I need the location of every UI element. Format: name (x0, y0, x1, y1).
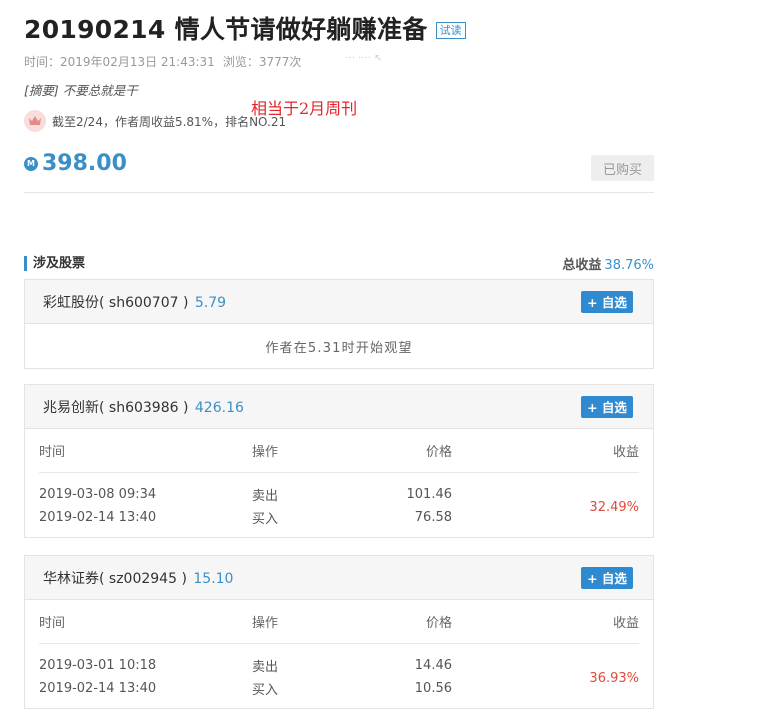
col-profit: 收益 (612, 445, 639, 460)
total-profit: 总收益 38.76% (562, 254, 654, 273)
col-price: 价格 (425, 445, 452, 460)
col-time: 时间 (39, 445, 66, 460)
add-watchlist-button[interactable]: + 自选 (581, 395, 633, 418)
trade-time: 2019-02-14 13:40 (39, 681, 157, 696)
view-count-value: 3777次 (258, 55, 302, 69)
stock-card-header: 兆易创新( sh603986 ) 426.16 + 自选 (25, 385, 653, 429)
trade-price: 76.58 (414, 510, 452, 525)
stocks-section-header: 涉及股票 总收益 38.76% (24, 254, 654, 273)
trade-price: 101.46 (406, 487, 453, 502)
trade-time: 2019-02-14 13:40 (39, 510, 157, 525)
trade-table-body: 2019-03-01 10:18 卖出 14.46 2019-02-14 13:… (39, 644, 639, 708)
stock-code: ( sz002945 ) (99, 570, 187, 587)
stock-name: 彩虹股份 (43, 294, 99, 311)
add-watchlist-button[interactable]: + 自选 (581, 290, 633, 313)
author-rank: 截至2/24，作者周收益5.81%，排名NO.21 (24, 110, 286, 132)
stock-price: 426.16 (194, 399, 244, 416)
trade-time: 2019-03-08 09:34 (39, 487, 157, 502)
trade-profit: 32.49% (589, 500, 639, 515)
stock-card: 彩虹股份( sh600707 ) 5.79 + 自选 作者在5.31时开始观望 (24, 279, 654, 369)
trade-profit: 36.93% (589, 671, 639, 686)
stock-name: 兆易创新 (43, 399, 99, 416)
article-summary: [摘要] 不要总就是干 (24, 80, 138, 99)
trade-table-header: 时间 操作 价格 收益 (39, 429, 639, 473)
price-row: M 398.00 (24, 151, 127, 176)
publish-time-label: 时间： (24, 55, 61, 69)
rank-text: 截至2/24，作者周收益5.81%，排名NO.21 (52, 114, 287, 129)
view-count: 浏览：3777次 (223, 53, 302, 70)
col-operation: 操作 (252, 616, 279, 631)
trade-table: 时间 操作 价格 收益 2019-03-01 10:18 卖出 14.46 20… (25, 600, 653, 708)
stock-card-header: 彩虹股份( sh600707 ) 5.79 + 自选 (25, 280, 653, 324)
stock-name: 华林证券 (43, 570, 99, 587)
trade-price: 10.56 (414, 681, 452, 696)
table-row: 2019-03-08 09:34 卖出 101.46 (39, 483, 639, 506)
table-row: 2019-02-14 13:40 买入 76.58 (39, 506, 639, 529)
trade-table-body: 2019-03-08 09:34 卖出 101.46 2019-02-14 13… (39, 473, 639, 537)
publish-time: 时间：2019年02月13日 21:43:31 (24, 53, 215, 70)
stock-card: 兆易创新( sh603986 ) 426.16 + 自选 时间 操作 价格 收益… (24, 384, 654, 538)
stock-title[interactable]: 兆易创新( sh603986 ) 426.16 (43, 397, 244, 417)
publish-time-value: 2019年02月13日 21:43:31 (60, 55, 215, 69)
trade-time: 2019-03-01 10:18 (39, 658, 157, 673)
trade-op: 买入 (252, 683, 279, 698)
trade-op: 卖出 (252, 660, 279, 675)
section-title: 涉及股票 (24, 256, 85, 271)
view-count-label: 浏览： (222, 55, 259, 69)
stock-price: 5.79 (194, 294, 227, 311)
col-time: 时间 (39, 616, 66, 631)
trade-table: 时间 操作 价格 收益 2019-03-08 09:34 卖出 101.46 2… (25, 429, 653, 537)
stock-price: 15.10 (193, 570, 234, 587)
trade-op: 买入 (252, 512, 279, 527)
purchased-button[interactable]: 已购买 (591, 155, 654, 181)
trial-badge[interactable]: 试读 (435, 21, 466, 39)
stock-code: ( sh600707 ) (99, 294, 189, 311)
col-price: 价格 (425, 616, 452, 631)
table-row: 2019-02-14 13:40 买入 10.56 (39, 677, 639, 700)
table-row: 2019-03-01 10:18 卖出 14.46 (39, 654, 639, 677)
crown-icon (24, 110, 46, 132)
stock-title[interactable]: 彩虹股份( sh600707 ) 5.79 (43, 292, 226, 312)
article-price: 398.00 (42, 151, 127, 176)
stock-title[interactable]: 华林证券( sz002945 ) 15.10 (43, 568, 233, 588)
article-meta: 时间：2019年02月13日 21:43:31 浏览：3777次 ··· ···… (24, 53, 382, 70)
col-profit: 收益 (612, 616, 639, 631)
summary-tag: [摘要] (24, 83, 59, 98)
trade-op: 卖出 (252, 489, 279, 504)
col-operation: 操作 (252, 445, 279, 460)
watch-note: 作者在5.31时开始观望 (265, 340, 413, 356)
summary-text: 不要总就是干 (58, 83, 138, 98)
stock-code: ( sh603986 ) (99, 399, 189, 416)
faint-mark: ··· ···· ↖ (345, 53, 383, 64)
trade-table-header: 时间 操作 价格 收益 (39, 600, 639, 644)
divider (24, 192, 654, 193)
add-watchlist-button[interactable]: + 自选 (581, 566, 633, 589)
stock-card-header: 华林证券( sz002945 ) 15.10 + 自选 (25, 556, 653, 600)
article-title: 20190214 情人节请做好躺赚准备 (24, 15, 428, 44)
coin-icon: M (24, 156, 38, 171)
total-profit-label: 总收益 (562, 258, 602, 273)
total-profit-value: 38.76% (604, 258, 654, 273)
stock-card: 华林证券( sz002945 ) 15.10 + 自选 时间 操作 价格 收益 … (24, 555, 654, 709)
trade-price: 14.46 (414, 658, 452, 673)
article-header: 20190214 情人节请做好躺赚准备 试读 (24, 10, 466, 46)
